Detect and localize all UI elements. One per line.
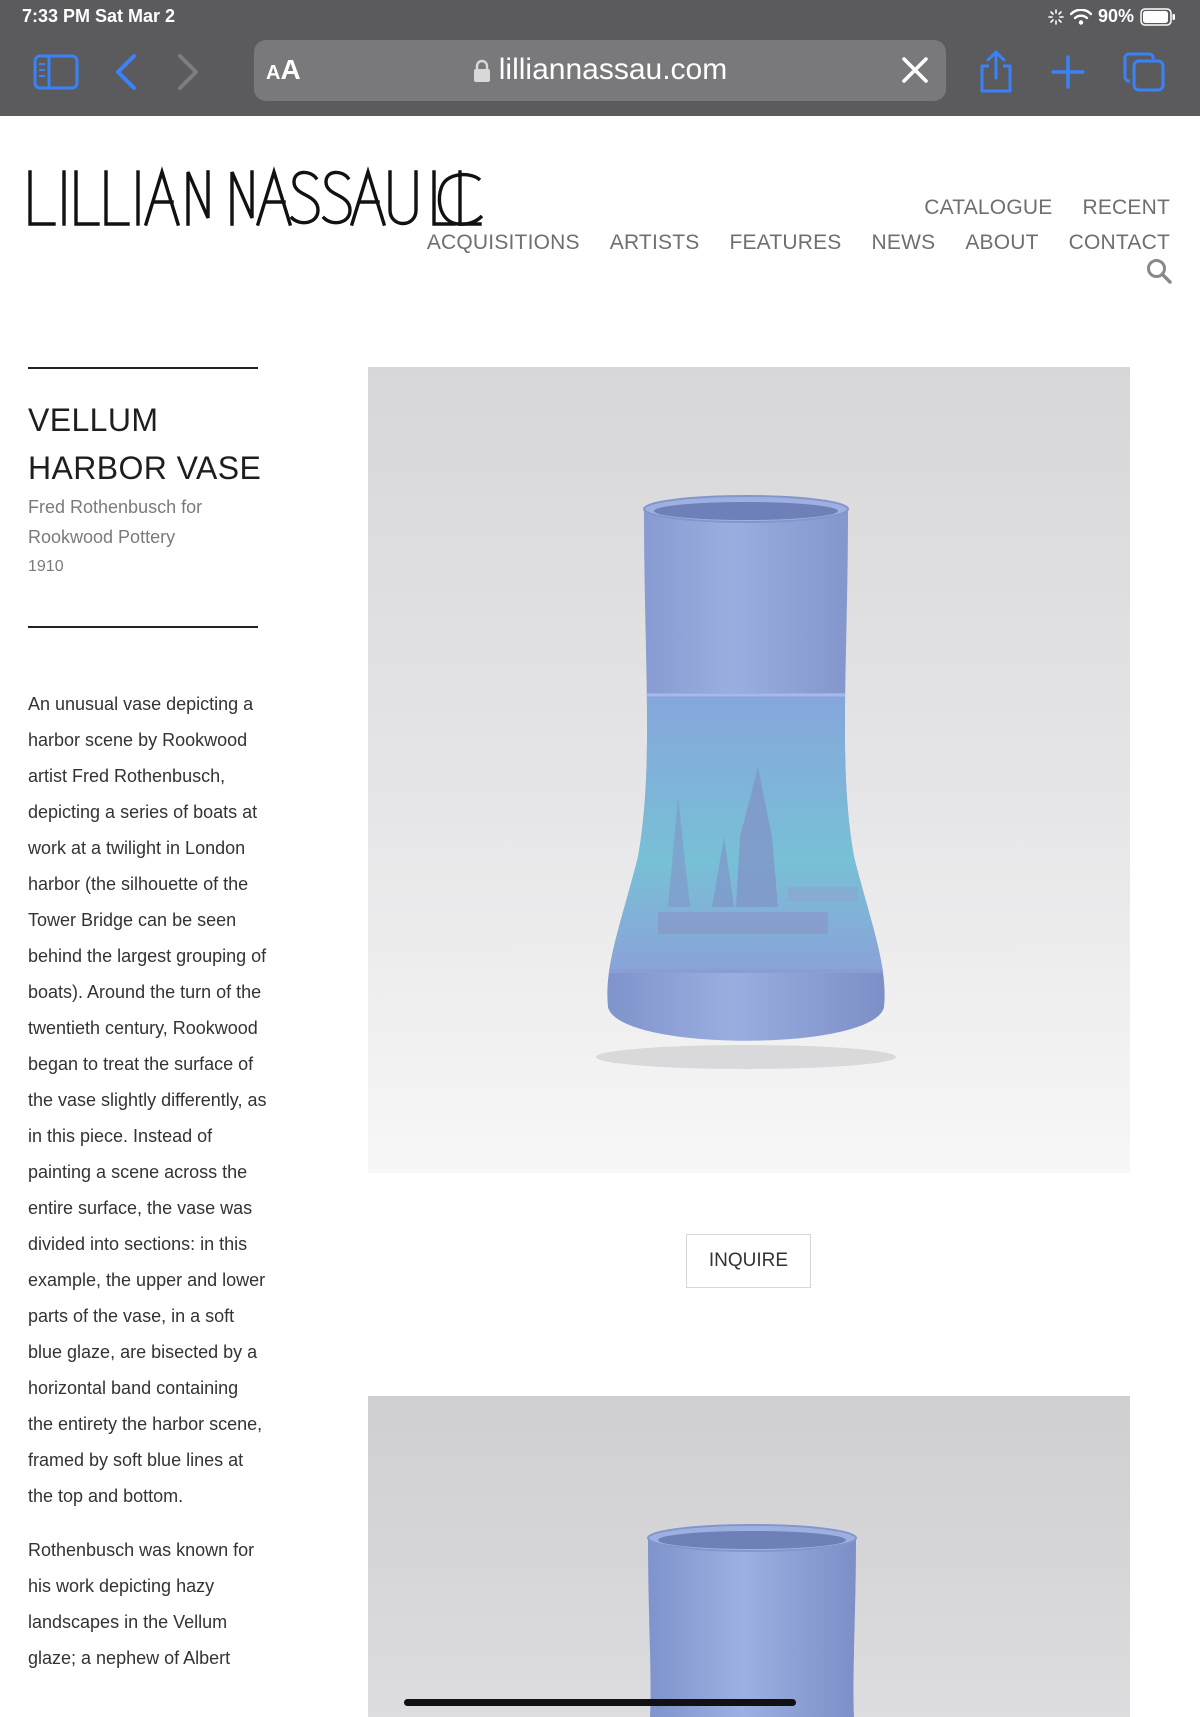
back-icon[interactable]: [102, 50, 150, 94]
nav-contact[interactable]: CONTACT: [1069, 231, 1170, 255]
artist-line2: Rookwood Pottery: [28, 527, 176, 547]
forward-icon[interactable]: [164, 50, 212, 94]
inquire-button[interactable]: INQUIRE: [686, 1234, 811, 1288]
sidebar-toggle-icon[interactable]: [32, 50, 80, 94]
nav-about[interactable]: ABOUT: [965, 231, 1038, 255]
activity-icon: [1048, 8, 1064, 25]
nav-artists[interactable]: ARTISTS: [610, 231, 700, 255]
browser-chrome: 7:33 PM Sat Mar 2 90% AA lilliannassau.c…: [0, 0, 1200, 116]
description-paragraph-2: Rothenbusch was known for his work depic…: [28, 1540, 255, 1668]
site-logo[interactable]: [28, 166, 488, 230]
new-tab-icon[interactable]: [1044, 50, 1092, 94]
item-description: An unusual vase depicting a harbor scene…: [28, 686, 268, 1694]
vase-illustration: [596, 495, 896, 1069]
address-bar[interactable]: AA lilliannassau.com: [254, 40, 946, 101]
divider-bottom: [28, 626, 258, 628]
vase-illustration-2: [647, 1524, 857, 1717]
nav-recent[interactable]: RECENT: [1082, 196, 1170, 220]
item-meta: Fred Rothenbusch for Rookwood Pottery 19…: [28, 492, 202, 582]
status-indicators: 90%: [1048, 6, 1176, 27]
home-indicator[interactable]: [404, 1699, 796, 1706]
clear-url-icon[interactable]: [898, 53, 932, 87]
artist-line1: Fred Rothenbusch for: [28, 497, 203, 517]
item-title: VELLUM HARBOR VASE: [28, 396, 261, 492]
lock-icon: [473, 59, 490, 83]
nav-catalogue[interactable]: CATALOGUE: [924, 196, 1052, 220]
vase-photo-1[interactable]: [368, 367, 1130, 1173]
nav-features[interactable]: FEATURES: [729, 231, 841, 255]
vase-photo-2[interactable]: [368, 1396, 1130, 1717]
wifi-icon: [1069, 8, 1092, 25]
description-paragraph-1: An unusual vase depicting a harbor scene…: [28, 694, 267, 1506]
battery-icon: [1140, 7, 1175, 26]
url-text: lilliannassau.com: [498, 53, 728, 86]
battery-percent: 90%: [1097, 6, 1134, 26]
nav-news[interactable]: NEWS: [872, 231, 936, 255]
search-icon[interactable]: [1146, 258, 1172, 284]
item-title-line1: VELLUM: [28, 402, 159, 438]
status-time: 7:33 PM Sat Mar 2: [22, 6, 176, 26]
url-field[interactable]: lilliannassau.com: [254, 53, 946, 87]
nav-acquisitions[interactable]: ACQUISITIONS: [427, 231, 580, 255]
main-nav: CATALOGUE RECENT ACQUISITIONS ARTISTS FE…: [427, 190, 1170, 260]
share-icon[interactable]: [972, 50, 1020, 94]
item-year: 1910: [28, 558, 64, 575]
tabs-overview-icon[interactable]: [1120, 50, 1168, 94]
divider-top: [28, 367, 258, 369]
item-title-line2: HARBOR VASE: [28, 450, 262, 486]
